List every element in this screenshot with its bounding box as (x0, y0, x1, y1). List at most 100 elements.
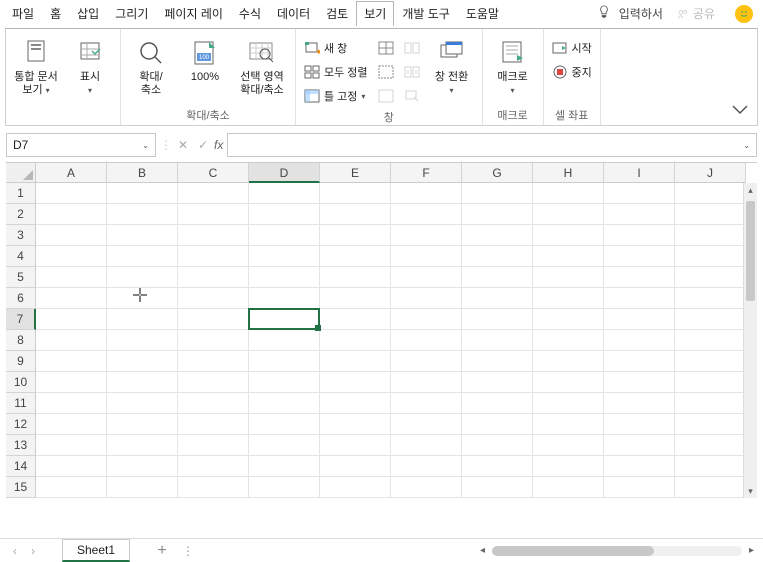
cell-J7[interactable] (675, 309, 746, 330)
cell-I8[interactable] (604, 330, 675, 351)
cell-H6[interactable] (533, 288, 604, 309)
row-header-3[interactable]: 3 (6, 225, 36, 246)
cell-J2[interactable] (675, 204, 746, 225)
cell-E3[interactable] (320, 225, 391, 246)
freeze-panes-button[interactable]: 틀 고정 ▾ (300, 85, 372, 107)
col-header-B[interactable]: B (107, 163, 178, 183)
cell-E5[interactable] (320, 267, 391, 288)
cell-J4[interactable] (675, 246, 746, 267)
cell-G7[interactable] (462, 309, 533, 330)
cell-C9[interactable] (178, 351, 249, 372)
menu-insert[interactable]: 삽입 (69, 1, 107, 26)
cell-F13[interactable] (391, 435, 462, 456)
cell-H3[interactable] (533, 225, 604, 246)
cell-J1[interactable] (675, 183, 746, 204)
cell-I5[interactable] (604, 267, 675, 288)
cell-H10[interactable] (533, 372, 604, 393)
cell-B8[interactable] (107, 330, 178, 351)
cell-F5[interactable] (391, 267, 462, 288)
cell-C13[interactable] (178, 435, 249, 456)
cell-A10[interactable] (36, 372, 107, 393)
cell-H13[interactable] (533, 435, 604, 456)
cell-H11[interactable] (533, 393, 604, 414)
cell-E8[interactable] (320, 330, 391, 351)
menu-pagelayout[interactable]: 페이지 레이 (156, 1, 231, 26)
cell-D7[interactable] (249, 309, 320, 330)
cell-D5[interactable] (249, 267, 320, 288)
cell-G6[interactable] (462, 288, 533, 309)
cell-J13[interactable] (675, 435, 746, 456)
cell-A8[interactable] (36, 330, 107, 351)
name-box[interactable]: D7 ⌄ (6, 133, 156, 157)
row-header-4[interactable]: 4 (6, 246, 36, 267)
vertical-scrollbar[interactable]: ▴ ▾ (743, 183, 757, 498)
cell-J10[interactable] (675, 372, 746, 393)
hscroll-left[interactable]: ◂ (477, 545, 488, 556)
cell-G1[interactable] (462, 183, 533, 204)
cell-B1[interactable] (107, 183, 178, 204)
collapse-ribbon-button[interactable] (731, 103, 749, 119)
cell-D14[interactable] (249, 456, 320, 477)
cell-H12[interactable] (533, 414, 604, 435)
cell-A2[interactable] (36, 204, 107, 225)
cell-D6[interactable] (249, 288, 320, 309)
arrange-all-button[interactable]: 모두 정렬 (300, 61, 372, 83)
col-header-E[interactable]: E (320, 163, 391, 183)
menu-help[interactable]: 도움말 (458, 1, 507, 26)
cell-H5[interactable] (533, 267, 604, 288)
col-header-A[interactable]: A (36, 163, 107, 183)
scroll-down-button[interactable]: ▾ (744, 484, 757, 498)
cell-F15[interactable] (391, 477, 462, 498)
cell-J12[interactable] (675, 414, 746, 435)
add-sheet-button[interactable]: + (150, 542, 174, 560)
col-header-G[interactable]: G (462, 163, 533, 183)
horizontal-scrollbar[interactable]: ◂ ▸ (477, 545, 757, 556)
cell-G9[interactable] (462, 351, 533, 372)
cell-A7[interactable] (36, 309, 107, 330)
cell-H7[interactable] (533, 309, 604, 330)
col-header-J[interactable]: J (675, 163, 746, 183)
select-all-corner[interactable] (6, 163, 36, 183)
cell-G15[interactable] (462, 477, 533, 498)
cell-F11[interactable] (391, 393, 462, 414)
cell-G4[interactable] (462, 246, 533, 267)
cell-B11[interactable] (107, 393, 178, 414)
cell-E10[interactable] (320, 372, 391, 393)
cell-C11[interactable] (178, 393, 249, 414)
sheet-nav-next[interactable]: › (24, 544, 42, 558)
cell-C3[interactable] (178, 225, 249, 246)
row-header-1[interactable]: 1 (6, 183, 36, 204)
cell-A4[interactable] (36, 246, 107, 267)
cell-I14[interactable] (604, 456, 675, 477)
cell-J8[interactable] (675, 330, 746, 351)
cell-F9[interactable] (391, 351, 462, 372)
cell-E7[interactable] (320, 309, 391, 330)
hscroll-right[interactable]: ▸ (746, 545, 757, 556)
cell-C1[interactable] (178, 183, 249, 204)
cell-G14[interactable] (462, 456, 533, 477)
stop-button[interactable]: 중지 (548, 61, 596, 83)
sheet-menu-dots[interactable]: ⋮ (174, 544, 202, 558)
cell-B9[interactable] (107, 351, 178, 372)
cell-I6[interactable] (604, 288, 675, 309)
cell-D9[interactable] (249, 351, 320, 372)
cell-H15[interactable] (533, 477, 604, 498)
cell-F1[interactable] (391, 183, 462, 204)
share-button[interactable]: 공유 (671, 5, 721, 22)
zoom-selection-button[interactable]: 선택 영역 확대/축소 (233, 35, 291, 99)
row-header-2[interactable]: 2 (6, 204, 36, 225)
cell-C2[interactable] (178, 204, 249, 225)
row-header-7[interactable]: 7 (6, 309, 36, 330)
cell-F10[interactable] (391, 372, 462, 393)
cell-G10[interactable] (462, 372, 533, 393)
cell-I11[interactable] (604, 393, 675, 414)
split-button[interactable] (374, 37, 398, 59)
show-button[interactable]: 표시▾ (64, 35, 116, 99)
cell-J6[interactable] (675, 288, 746, 309)
row-header-10[interactable]: 10 (6, 372, 36, 393)
cell-B5[interactable] (107, 267, 178, 288)
cell-E14[interactable] (320, 456, 391, 477)
cell-B2[interactable] (107, 204, 178, 225)
cell-B7[interactable] (107, 309, 178, 330)
cell-B10[interactable] (107, 372, 178, 393)
